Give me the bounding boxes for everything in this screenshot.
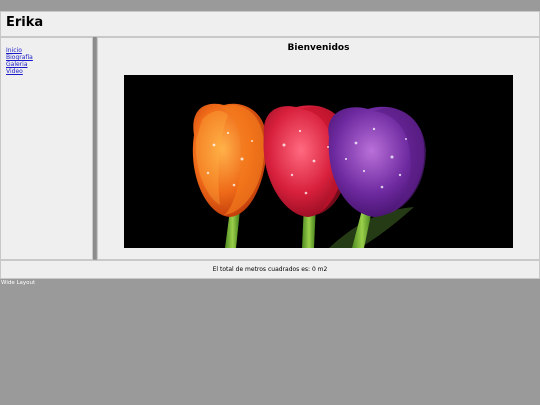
sidebar-nav: Inicio Biografía Galeria Video [6, 43, 33, 75]
main-content: Bienvenidos [97, 37, 540, 260]
site-title: Erika [6, 15, 44, 30]
header: Erika [0, 11, 540, 37]
footer-total-text: El total de metros cuadrados es: 0 m2 [212, 266, 328, 273]
footer: El total de metros cuadrados es: 0 m2 [0, 260, 540, 279]
sidebar-item-inicio: Inicio [6, 43, 33, 54]
tulips-illustration [124, 75, 513, 248]
page-heading: Bienvenidos [287, 43, 350, 53]
layout-label: Wide Layout [1, 280, 36, 286]
column-divider [93, 37, 96, 259]
sidebar-item-biografia: Biografía [6, 50, 33, 61]
tulips-image [124, 75, 513, 248]
sidebar: Inicio Biografía Galeria Video [0, 37, 93, 260]
nav-link-video[interactable]: Video [6, 68, 23, 75]
sidebar-item-video: Video [6, 64, 33, 75]
